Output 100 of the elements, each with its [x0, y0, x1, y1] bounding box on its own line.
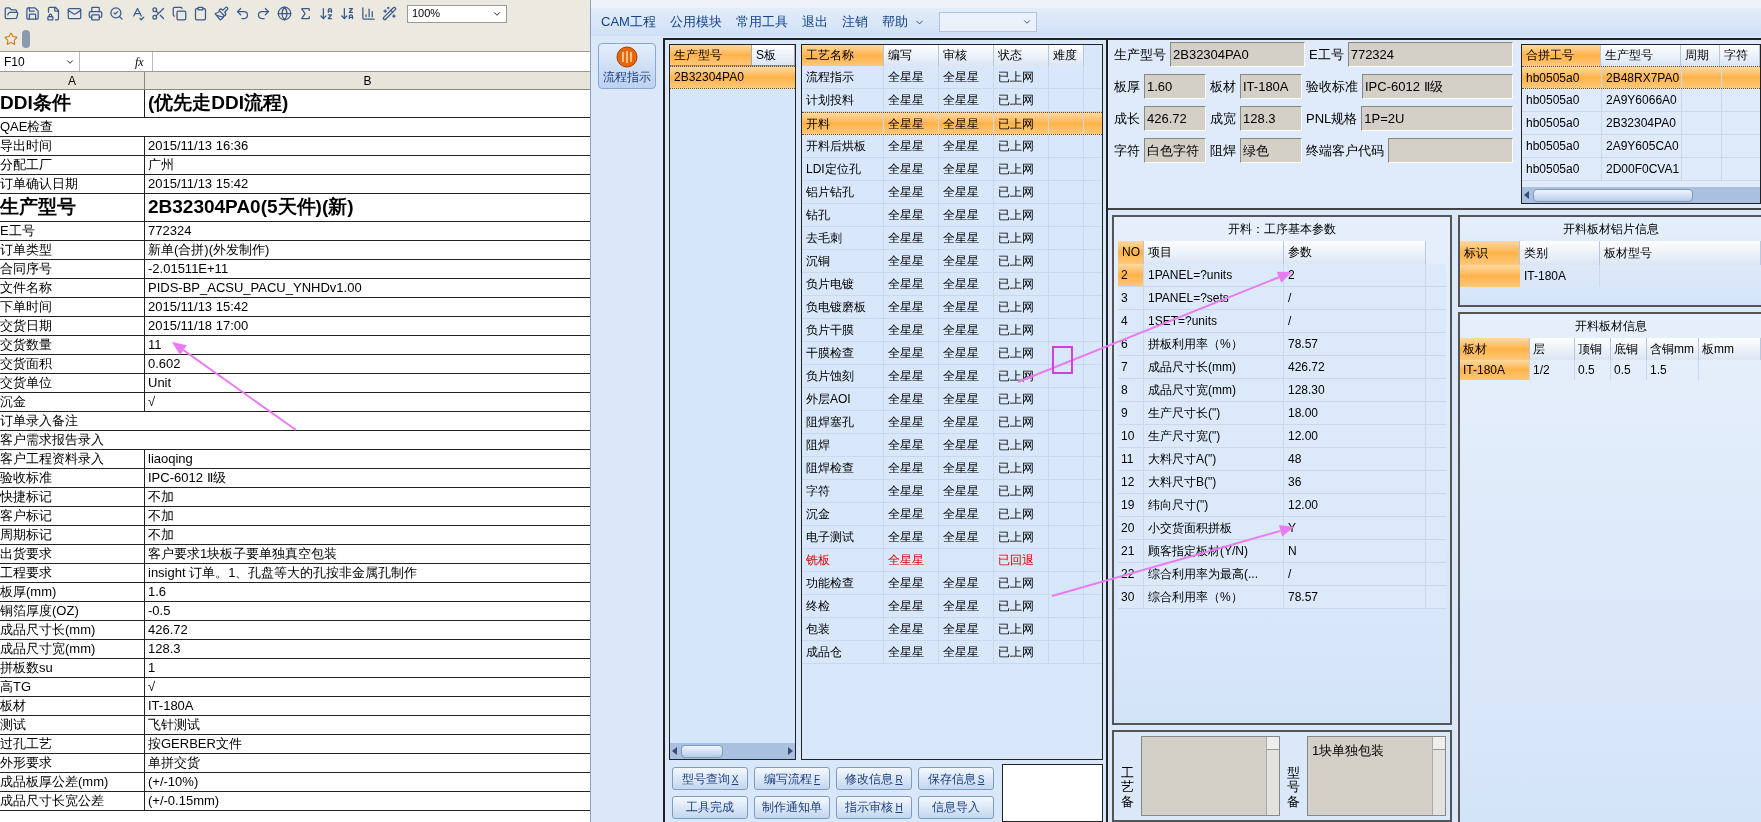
row-number-cell[interactable]: 7 — [1118, 356, 1144, 378]
column-header[interactable]: 含铜mm — [1647, 338, 1699, 360]
row-number-cell[interactable]: 19 — [1118, 494, 1144, 516]
info-field[interactable]: 772324 — [1347, 42, 1513, 67]
column-header[interactable]: 工艺名称 — [802, 45, 884, 66]
column-header[interactable]: NO — [1118, 241, 1144, 264]
paste-icon[interactable] — [193, 6, 208, 21]
row-number-cell[interactable]: 3 — [1118, 287, 1144, 309]
info-field[interactable]: IPC-6012 Ⅱ级 — [1362, 74, 1513, 99]
merge-row[interactable]: hb0505a0 2B48RX7PA0 — [1522, 66, 1760, 89]
info-field[interactable]: 1P=2U — [1361, 106, 1513, 131]
lock-file-icon[interactable] — [46, 6, 61, 21]
column-header[interactable]: 类别 — [1520, 241, 1600, 265]
column-header[interactable]: 编写 — [884, 45, 939, 66]
process-row[interactable]: 负片干膜 全星星 全星星 已上网 — [802, 319, 1102, 342]
column-header[interactable]: 层 — [1530, 338, 1575, 360]
process-row[interactable]: 包装 全星星 全星星 已上网 — [802, 618, 1102, 641]
info-field[interactable]: 1.60 — [1144, 74, 1206, 99]
column-header[interactable]: 难度 — [1049, 45, 1084, 66]
action-button[interactable]: 信息导入 — [918, 795, 994, 819]
preview-icon[interactable] — [109, 6, 124, 21]
flow-guide-button[interactable]: 流程指示 — [598, 43, 656, 89]
process-row[interactable]: 字符 全星星 全星星 已上网 — [802, 480, 1102, 503]
mail-icon[interactable] — [67, 6, 82, 21]
name-box[interactable]: F10 — [0, 52, 80, 71]
horizontal-scrollbar[interactable] — [1522, 187, 1760, 203]
process-row[interactable]: 负片电镀 全星星 全星星 已上网 — [802, 273, 1102, 296]
undo-icon[interactable] — [235, 6, 250, 21]
column-header[interactable]: 参数 — [1284, 241, 1426, 264]
globe-icon[interactable] — [277, 6, 292, 21]
column-header[interactable]: 周期 — [1680, 45, 1721, 66]
sort-ascending-icon[interactable] — [319, 6, 334, 21]
process-row[interactable]: 沉铜 全星星 全星星 已上网 — [802, 250, 1102, 273]
row-number-cell[interactable]: 21 — [1118, 540, 1144, 562]
remark-field[interactable] — [1141, 736, 1280, 816]
process-row[interactable]: 负电镀磨板 全星星 全星星 已上网 — [802, 296, 1102, 319]
wand-icon[interactable] — [382, 6, 397, 21]
column-header[interactable]: 板mm — [1699, 338, 1761, 360]
info-field[interactable]: 426.72 — [1144, 106, 1206, 131]
copy-icon[interactable] — [172, 6, 187, 21]
merge-row[interactable]: hb0505a0 2A9Y605CA0 — [1522, 135, 1760, 158]
chart-icon[interactable] — [361, 6, 376, 21]
row-number-cell[interactable]: 12 — [1118, 471, 1144, 493]
column-header[interactable]: 项目 — [1144, 241, 1284, 264]
remark-field[interactable]: 1块单独包装 — [1307, 736, 1446, 816]
list-row[interactable]: 2B32304PA0 — [670, 66, 795, 89]
column-header[interactable]: 生产型号 — [670, 45, 752, 65]
folder-icon[interactable] — [4, 6, 19, 21]
menu-item[interactable]: CAM工程 — [601, 12, 656, 32]
info-field[interactable]: 白色字符 — [1144, 138, 1206, 163]
process-row[interactable]: 去毛刺 全星星 全星星 已上网 — [802, 227, 1102, 250]
column-header[interactable]: 生产型号 — [1601, 45, 1681, 66]
save-icon[interactable] — [25, 6, 40, 21]
sum-icon[interactable] — [298, 6, 313, 21]
menu-item[interactable]: 退出 — [801, 12, 828, 32]
menu-item[interactable]: 常用工具 — [735, 12, 788, 32]
cut-icon[interactable] — [151, 6, 166, 21]
process-row[interactable]: 钻孔 全星星 全星星 已上网 — [802, 204, 1102, 227]
row-number-cell[interactable]: 9 — [1118, 402, 1144, 424]
process-row[interactable]: 阻焊检查 全星星 全星星 已上网 — [802, 457, 1102, 480]
menu-item[interactable]: 注销 — [841, 12, 868, 32]
action-button[interactable]: 工具完成 — [672, 795, 748, 819]
process-row[interactable]: 沉金 全星星 全星星 已上网 — [802, 503, 1102, 526]
action-button[interactable]: 指示审核 H — [836, 795, 912, 819]
column-header[interactable]: 板材 — [1460, 338, 1530, 360]
column-header[interactable]: 底铜 — [1611, 338, 1647, 360]
column-header[interactable]: 合拼工号 — [1522, 45, 1602, 66]
process-row[interactable]: 终检 全星星 全星星 已上网 — [802, 595, 1102, 618]
vertical-scrollbar[interactable] — [1432, 737, 1445, 815]
row-number-cell[interactable]: 11 — [1118, 448, 1144, 470]
process-row[interactable]: 开料 全星星 全星星 已上网 — [802, 112, 1102, 135]
info-field[interactable]: IT-180A — [1240, 74, 1302, 99]
spellcheck-icon[interactable] — [130, 6, 145, 21]
column-header[interactable]: 状态 — [994, 45, 1049, 66]
column-header[interactable]: 板材型号 — [1600, 241, 1761, 265]
info-field[interactable]: 2B32304PA0 — [1170, 42, 1305, 67]
row-number-cell[interactable]: 8 — [1118, 379, 1144, 401]
process-row[interactable]: 阻焊塞孔 全星星 全星星 已上网 — [802, 411, 1102, 434]
action-button[interactable]: 制作通知单 — [754, 795, 830, 819]
zoom-dropdown[interactable]: 100% — [407, 4, 507, 23]
column-header[interactable]: 顶铜 — [1575, 338, 1611, 360]
action-button[interactable]: 型号查询 X — [672, 767, 748, 790]
horizontal-scrollbar[interactable] — [670, 743, 795, 759]
process-row[interactable]: 铣板 全星星 已回退 — [802, 549, 1102, 572]
menu-item[interactable]: 帮助 — [881, 12, 908, 32]
process-row[interactable]: LDI定位孔 全星星 全星星 已上网 — [802, 158, 1102, 181]
merge-row[interactable]: hb0505a0 2B32304PA0 — [1522, 112, 1760, 135]
info-field[interactable]: 128.3 — [1240, 106, 1302, 131]
column-header[interactable]: 审核 — [939, 45, 994, 66]
info-field[interactable]: 绿色 — [1240, 138, 1302, 163]
row-number-cell[interactable]: 10 — [1118, 425, 1144, 447]
column-header[interactable]: A — [0, 72, 145, 89]
brush-icon[interactable] — [214, 6, 229, 21]
merge-row[interactable]: hb0505a0 2D00F0CVA1 — [1522, 158, 1760, 181]
row-number-cell[interactable]: 30 — [1118, 586, 1144, 608]
merge-row[interactable]: hb0505a0 2A9Y6066A0 — [1522, 89, 1760, 112]
process-row[interactable]: 干膜检查 全星星 全星星 已上网 — [802, 342, 1102, 365]
toolbar-grip[interactable] — [22, 30, 30, 48]
column-header[interactable]: 标识 — [1460, 241, 1520, 265]
process-row[interactable]: 开料后烘板 全星星 全星星 已上网 — [802, 135, 1102, 158]
